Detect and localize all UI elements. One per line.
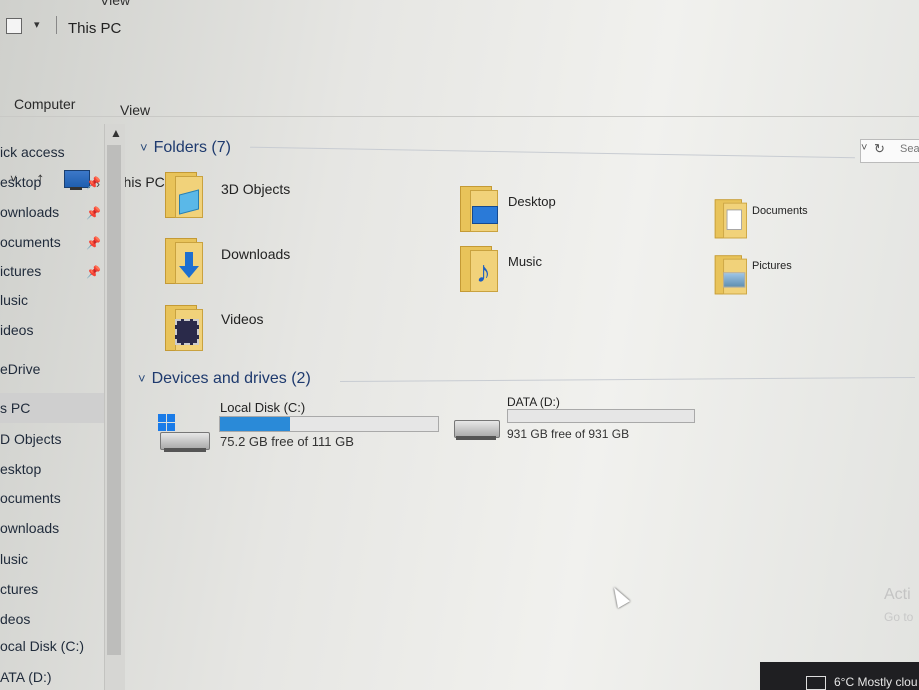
search-input[interactable]: Sea	[900, 143, 919, 155]
folder-videos[interactable]: Videos	[221, 311, 264, 327]
mouse-cursor-icon	[607, 583, 631, 609]
sidebar-item-videos[interactable]: ideos	[0, 322, 33, 338]
weather-text[interactable]: 6°C Mostly clou	[834, 675, 918, 689]
sidebar-item-music-pc[interactable]: lusic	[0, 551, 28, 567]
address-dropdown-icon[interactable]: ˅	[861, 142, 867, 154]
folder-music[interactable]: Music	[508, 254, 542, 269]
sidebar-item-videos-pc[interactable]: deos	[0, 611, 30, 627]
pin-icon: 📌	[86, 176, 101, 190]
sidebar-item-quick-access[interactable]: ick access	[0, 144, 65, 160]
folders-group-header[interactable]: ˅ Folders (7)	[140, 139, 231, 157]
sidebar-item-desktop-pc[interactable]: esktop	[0, 461, 41, 477]
ribbon: Computer View	[0, 44, 919, 118]
sidebar-item-data-d[interactable]: ATA (D:)	[0, 669, 52, 685]
documents-icon[interactable]	[714, 199, 747, 239]
window-title: This PC	[68, 20, 122, 37]
sidebar-item-desktop[interactable]: esktop	[0, 174, 41, 190]
sidebar-item-onedrive[interactable]: eDrive	[0, 361, 40, 377]
sidebar-item-this-pc[interactable]: s PC	[0, 393, 104, 423]
scrollbar-thumb[interactable]	[107, 145, 121, 655]
folders-header-label: Folders (7)	[153, 139, 231, 156]
refresh-icon[interactable]: ↻	[874, 141, 885, 157]
drive-d-free-space: 931 GB free of 931 GB	[507, 427, 630, 441]
desktop-icon[interactable]	[460, 186, 498, 232]
3d-objects-icon[interactable]	[165, 172, 203, 218]
sidebar-item-pictures[interactable]: ictures	[0, 263, 41, 279]
scroll-up-arrow-icon[interactable]: ▲	[110, 126, 122, 140]
drive-d-label[interactable]: DATA (D:)	[507, 395, 560, 409]
address-bar: ˅ ↑ › This PC ›	[0, 82, 919, 193]
folder-3d-objects[interactable]: 3D Objects	[221, 181, 290, 197]
activation-watermark-sub: Go to	[884, 610, 914, 624]
weather-icon[interactable]	[806, 676, 826, 690]
drive-c-label[interactable]: Local Disk (C:)	[220, 400, 305, 415]
sidebar-item-3d-objects[interactable]: D Objects	[0, 431, 61, 447]
folder-desktop[interactable]: Desktop	[508, 194, 556, 209]
activation-watermark: Acti	[884, 586, 911, 603]
group-divider	[250, 146, 855, 159]
devices-group-header[interactable]: ˅ Devices and drives (2)	[138, 370, 311, 388]
pin-icon: 📌	[86, 236, 101, 250]
group-divider	[340, 376, 915, 383]
title-separator	[56, 16, 57, 34]
sidebar-item-local-disk-c[interactable]: ocal Disk (C:)	[0, 638, 84, 654]
downloads-icon[interactable]	[165, 238, 203, 284]
pictures-icon[interactable]	[714, 255, 747, 295]
top-view-tab[interactable]: View	[100, 0, 130, 8]
folder-downloads[interactable]: Downloads	[221, 246, 290, 262]
file-explorer-window: View ▾ This PC Computer View ˅ ↑ › This …	[0, 0, 919, 690]
folder-pictures[interactable]: Pictures	[752, 260, 792, 272]
sidebar-item-documents[interactable]: ocuments	[0, 234, 61, 250]
drive-c-free-space: 75.2 GB free of 111 GB	[220, 434, 354, 449]
windows-logo-icon	[158, 414, 176, 432]
drive-c-usage-fill	[220, 417, 290, 431]
devices-header-label: Devices and drives (2)	[151, 370, 311, 387]
pin-icon: 📌	[86, 265, 101, 279]
collapse-chevron-icon[interactable]: ˅	[138, 371, 146, 386]
sidebar-item-pictures-pc[interactable]: ctures	[0, 581, 38, 597]
title-bar: View ▾ This PC	[0, 0, 919, 44]
sidebar-item-downloads[interactable]: ownloads	[0, 204, 59, 220]
videos-icon[interactable]	[165, 305, 203, 351]
sidebar-item-documents-pc[interactable]: ocuments	[0, 490, 61, 506]
quick-access-properties-icon[interactable]	[6, 18, 22, 34]
collapse-chevron-icon[interactable]: ˅	[140, 140, 148, 155]
drive-c-usage-bar	[219, 416, 439, 432]
folder-documents[interactable]: Documents	[752, 205, 808, 217]
navigation-pane: ick access esktop 📌 ownloads 📌 ocuments …	[0, 122, 104, 690]
sidebar-item-music[interactable]: lusic	[0, 292, 28, 308]
sidebar-item-downloads-pc[interactable]: ownloads	[0, 520, 59, 536]
drive-d-usage-bar	[507, 409, 695, 423]
pin-icon: 📌	[86, 206, 101, 220]
music-icon[interactable]: ♪	[460, 246, 498, 292]
quick-access-dropdown-icon[interactable]: ▾	[34, 18, 40, 31]
